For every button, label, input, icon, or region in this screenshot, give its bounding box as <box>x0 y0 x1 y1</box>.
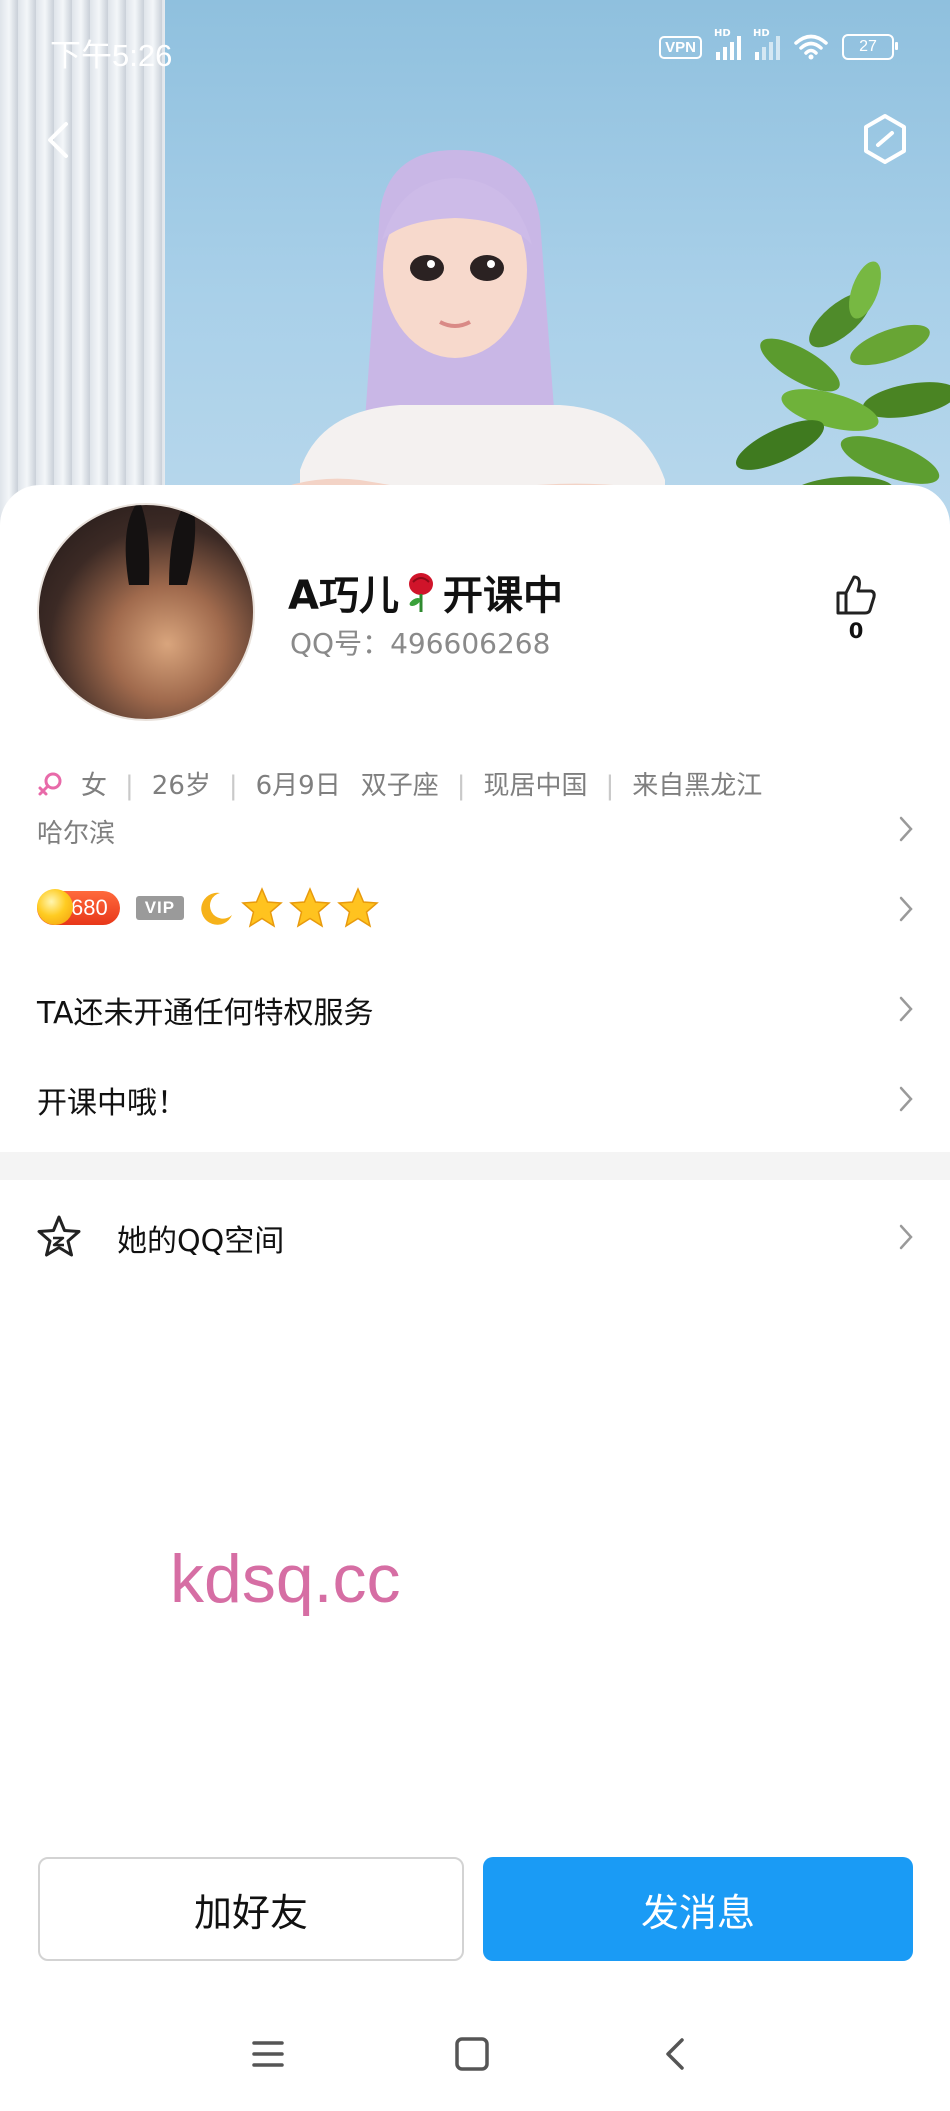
menu-icon[interactable] <box>248 2034 288 2074</box>
level-badge: 680 <box>37 889 120 925</box>
section-divider <box>0 1152 950 1180</box>
avatar-bunny-ears <box>125 505 196 585</box>
cover-avatar-figure <box>240 150 718 540</box>
wifi-icon <box>794 34 828 60</box>
signature-row[interactable]: 开课中哦！ <box>37 1078 187 1122</box>
battery-indicator: 27 <box>842 34 898 60</box>
status-time: 下午5:26 <box>50 38 173 73</box>
like-button[interactable]: 0 <box>828 573 884 643</box>
chevron-right-icon <box>899 896 913 922</box>
back-chevron-icon[interactable] <box>38 118 78 162</box>
info-birthday: 6月9日 <box>255 771 341 801</box>
female-icon <box>38 772 62 796</box>
basic-info-row[interactable]: 女 | 26岁 | 6月9日 双子座 | 现居中国 | 来自黑龙江 哈尔滨 <box>37 762 857 858</box>
thumbs-up-icon <box>836 575 876 615</box>
signal-icon: HD <box>714 28 741 60</box>
chevron-right-icon <box>899 1224 913 1250</box>
qzone-row[interactable]: 她的QQ空间 <box>117 1216 284 1260</box>
profile-cover: 下午5:26 VPN HD HD 27 <box>0 0 950 540</box>
info-zodiac: 双子座 <box>360 771 439 801</box>
qq-number-label: QQ号： <box>290 627 391 660</box>
info-age: 26岁 <box>151 771 211 801</box>
level-value: 680 <box>71 895 108 920</box>
like-count: 0 <box>848 619 864 643</box>
home-icon[interactable] <box>452 2034 492 2074</box>
badges-row[interactable]: 680 VIP <box>37 886 380 930</box>
signal-icon-2: HD <box>753 28 780 60</box>
add-friend-button[interactable]: 加好友 <box>38 1857 464 1961</box>
chevron-right-icon <box>899 816 913 842</box>
moon-icon <box>201 892 233 925</box>
vip-badge: VIP <box>135 896 185 920</box>
hd-label: HD <box>714 28 731 39</box>
star-level-icon <box>337 887 379 928</box>
star-level-icon <box>289 887 331 928</box>
info-residence: 现居中国 <box>483 771 588 801</box>
coin-icon <box>37 889 73 925</box>
rose-icon <box>408 573 433 612</box>
profile-avatar[interactable] <box>37 503 255 721</box>
star-level-icon <box>241 887 283 928</box>
info-hometown: 来自黑龙江 <box>632 771 763 801</box>
info-gender: 女 <box>81 771 108 801</box>
cover-curtain <box>0 0 165 540</box>
status-icons: VPN HD HD 27 <box>659 28 898 60</box>
qq-number: QQ号：496606268 <box>290 622 550 662</box>
chevron-right-icon <box>899 996 913 1022</box>
hexagon-settings-icon[interactable] <box>860 112 910 166</box>
hd-label-2: HD <box>753 28 770 39</box>
privilege-row[interactable]: TA还未开通任何特权服务 <box>37 988 374 1032</box>
nickname-suffix: 开课中 <box>442 573 563 619</box>
send-message-button[interactable]: 发消息 <box>483 1857 913 1961</box>
nickname-text: A巧儿 <box>288 573 399 619</box>
watermark-text: kdsq.cc <box>170 1541 401 1617</box>
chevron-right-icon <box>899 1086 913 1112</box>
star-icon <box>37 1215 81 1257</box>
system-nav-bar <box>0 2020 950 2090</box>
info-hometown-city: 哈尔滨 <box>37 819 116 849</box>
back-icon[interactable] <box>656 2034 696 2074</box>
profile-nickname: A巧儿 开课中 <box>288 563 563 621</box>
qq-number-value: 496606268 <box>390 627 551 660</box>
vpn-badge: VPN <box>659 35 702 59</box>
